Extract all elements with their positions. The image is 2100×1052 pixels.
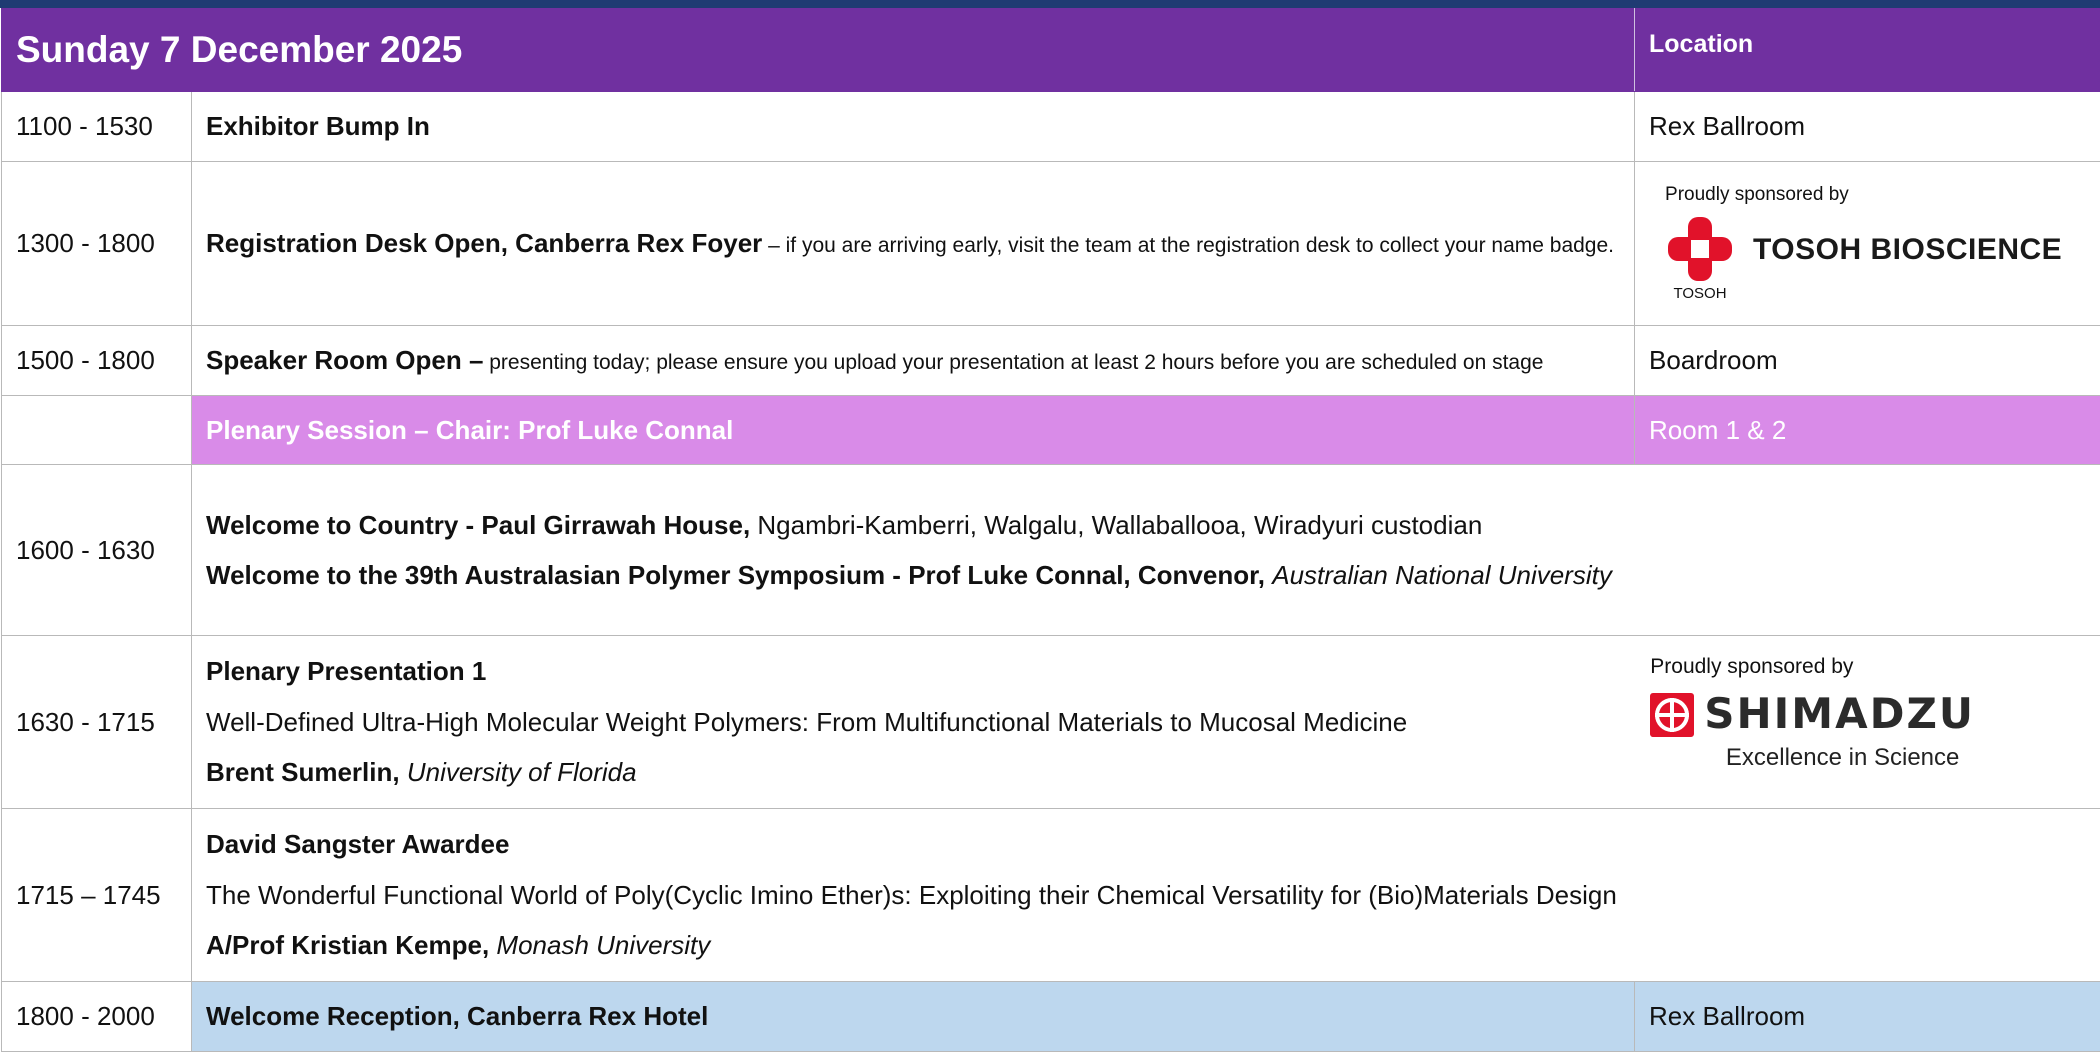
time-cell: 1715 – 1745 bbox=[2, 809, 192, 982]
sponsor-label: Proudly sponsored by bbox=[1665, 183, 2091, 207]
table-row: 1630 - 1715 Plenary Presentation 1 Well-… bbox=[2, 636, 2100, 809]
session-title: Speaker Room Open – bbox=[206, 345, 483, 375]
session-title: Plenary Session – Chair: Prof Luke Conna… bbox=[192, 396, 1635, 465]
session-heading: David Sangster Awardee bbox=[206, 828, 2091, 861]
session-cell: Speaker Room Open – presenting today; pl… bbox=[192, 326, 1635, 396]
session-cell: Registration Desk Open, Canberra Rex Foy… bbox=[192, 162, 1635, 326]
schedule-table: Sunday 7 December 2025 Location 1100 - 1… bbox=[1, 8, 2100, 1052]
time-cell: 1600 - 1630 bbox=[2, 465, 192, 636]
location-cell: Rex Ballroom bbox=[1635, 92, 2100, 162]
time-cell: 1100 - 1530 bbox=[2, 92, 192, 162]
location-cell: Room 1 & 2 bbox=[1635, 396, 2100, 465]
table-row: 1715 – 1745 David Sangster Awardee The W… bbox=[2, 809, 2100, 982]
affiliation: University of Florida bbox=[407, 757, 637, 787]
time-cell: 1800 - 2000 bbox=[2, 982, 192, 1052]
welcome-country-detail: Ngambri-Kamberri, Walgalu, Wallaballooa,… bbox=[750, 510, 1482, 540]
session-description: presenting today; please ensure you uplo… bbox=[483, 351, 1543, 374]
shimadzu-wordmark: SHIMADZU bbox=[1704, 688, 1975, 741]
shimadzu-logo: Proudly sponsored by SHIMADZU Excellence… bbox=[1650, 654, 1975, 773]
session-title: Registration Desk Open, Canberra Rex Foy… bbox=[206, 228, 762, 258]
session-cell: Welcome to Country - Paul Girrawah House… bbox=[192, 465, 2100, 636]
session-cell: David Sangster Awardee The Wonderful Fun… bbox=[192, 809, 2100, 982]
affiliation: Australian National University bbox=[1272, 560, 1612, 590]
table-row: 1300 - 1800 Registration Desk Open, Canb… bbox=[2, 162, 2100, 326]
tosoh-emblem-icon bbox=[1668, 217, 1732, 281]
time-cell: 1500 - 1800 bbox=[2, 326, 192, 396]
shimadzu-tagline: Excellence in Science bbox=[1650, 743, 1975, 773]
time-cell bbox=[2, 396, 192, 465]
talk-title: The Wonderful Functional World of Poly(C… bbox=[206, 879, 2091, 912]
time-cell: 1300 - 1800 bbox=[2, 162, 192, 326]
sponsor-cell: Proudly sponsored by TOSOH TOSOH BIOSCIE… bbox=[1635, 162, 2100, 326]
location-cell: Rex Ballroom bbox=[1635, 982, 2100, 1052]
sponsor-label: Proudly sponsored by bbox=[1650, 654, 1975, 680]
tosoh-small-text: TOSOH bbox=[1673, 285, 1726, 304]
location-column-heading: Location bbox=[1635, 9, 2100, 92]
session-cell: Plenary Presentation 1 Well-Defined Ultr… bbox=[192, 636, 2100, 809]
table-row: 1100 - 1530 Exhibitor Bump In Rex Ballro… bbox=[2, 92, 2100, 162]
shimadzu-emblem-icon bbox=[1650, 693, 1694, 737]
affiliation: Monash University bbox=[496, 930, 710, 960]
location-cell: Boardroom bbox=[1635, 326, 2100, 396]
welcome-symposium-title: Welcome to the 39th Australasian Polymer… bbox=[206, 560, 1265, 590]
time-cell: 1630 - 1715 bbox=[2, 636, 192, 809]
tosoh-wordmark: TOSOH BIOSCIENCE bbox=[1753, 231, 2062, 269]
speaker-name: A/Prof Kristian Kempe, bbox=[206, 930, 489, 960]
plenary-session-row: Plenary Session – Chair: Prof Luke Conna… bbox=[2, 396, 2100, 465]
reception-row: 1800 - 2000 Welcome Reception, Canberra … bbox=[2, 982, 2100, 1052]
tosoh-logo: TOSOH TOSOH BIOSCIENCE bbox=[1665, 217, 2091, 304]
top-border-bar bbox=[0, 0, 2100, 8]
schedule-header-row: Sunday 7 December 2025 Location bbox=[2, 9, 2100, 92]
table-row: 1500 - 1800 Speaker Room Open – presenti… bbox=[2, 326, 2100, 396]
speaker-name: Brent Sumerlin, bbox=[206, 757, 400, 787]
session-description: – if you are arriving early, visit the t… bbox=[762, 234, 1614, 257]
day-heading: Sunday 7 December 2025 bbox=[2, 9, 1635, 92]
table-row: 1600 - 1630 Welcome to Country - Paul Gi… bbox=[2, 465, 2100, 636]
session-title: Welcome Reception, Canberra Rex Hotel bbox=[192, 982, 1635, 1052]
session-title: Exhibitor Bump In bbox=[192, 92, 1635, 162]
welcome-country-title: Welcome to Country - Paul Girrawah House… bbox=[206, 510, 750, 540]
